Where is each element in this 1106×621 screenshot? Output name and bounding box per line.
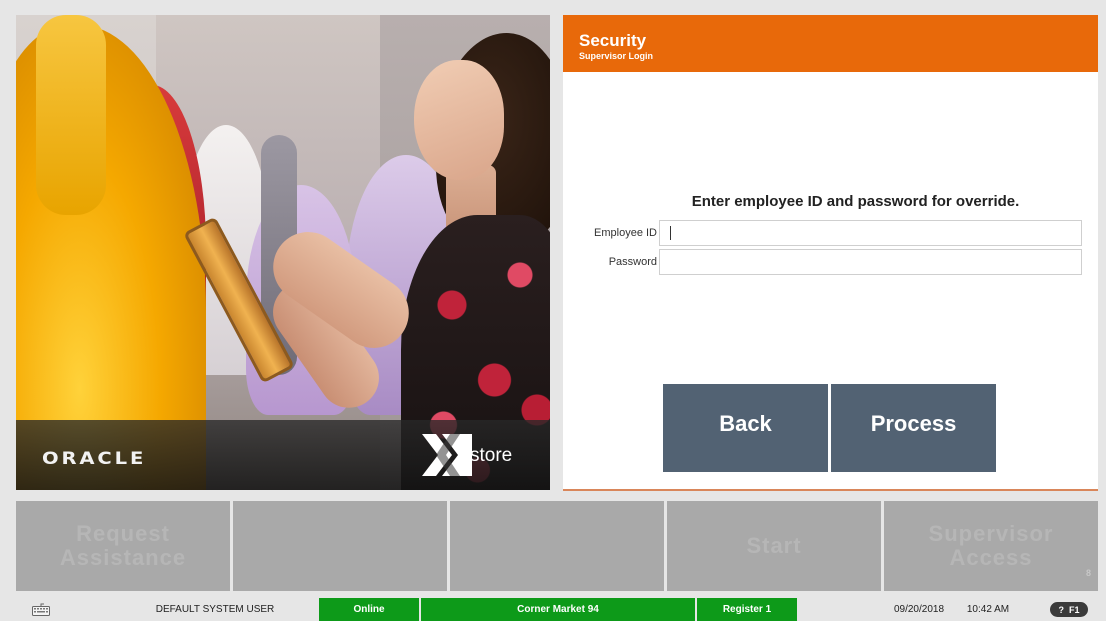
xstore-logo: store [422,434,532,476]
keyboard-icon[interactable] [32,602,50,616]
supervisor-access-label: Supervisor Access [928,521,1054,570]
text-caret [670,226,671,240]
menu-button-empty-1[interactable] [233,501,447,591]
status-date: 09/20/2018 [893,604,945,615]
help-icon: ? [1058,604,1064,615]
process-button[interactable]: Process [831,384,996,472]
hero-image: ORACLE store [16,15,550,490]
xstore-logo-text: store [470,445,513,466]
oracle-logo: ORACLE [42,449,147,469]
register-name: Register 1 [697,598,797,621]
back-button[interactable]: Back [663,384,828,472]
woman-face [414,60,504,180]
function-menu: Request Assistance Start Supervisor Acce… [16,501,1098,591]
status-bar: DEFAULT SYSTEM USER Online Corner Market… [0,598,1106,621]
gown-bodice [36,15,106,215]
password-input[interactable] [659,249,1082,275]
panel-title: Security [579,31,647,50]
security-panel: Security Supervisor Login Enter employee… [563,15,1098,491]
request-assistance-button[interactable]: Request Assistance [16,501,230,591]
current-user: DEFAULT SYSTEM USER [155,604,275,615]
x-logo-icon [422,434,472,476]
menu-button-empty-2[interactable] [450,501,664,591]
connection-status: Online [319,598,419,621]
password-label: Password [608,256,657,268]
status-time: 10:42 AM [966,604,1010,615]
hero-brand-strip: ORACLE store [16,420,550,490]
menu-page-marker: 8 [1085,568,1092,578]
supervisor-access-button[interactable]: Supervisor Access 8 [884,501,1098,591]
store-name: Corner Market 94 [421,598,695,621]
help-key-label: F1 [1068,604,1080,615]
help-button[interactable]: ? F1 [1050,602,1088,617]
start-button[interactable]: Start [667,501,881,591]
panel-header: Security Supervisor Login [563,15,1098,72]
employee-id-input[interactable] [659,220,1082,246]
employee-id-label: Employee ID [594,227,657,239]
panel-subtitle: Supervisor Login [579,51,654,61]
password-row: Password [563,249,1098,275]
login-prompt: Enter employee ID and password for overr… [691,193,1020,210]
employee-id-row: Employee ID [563,220,1098,246]
